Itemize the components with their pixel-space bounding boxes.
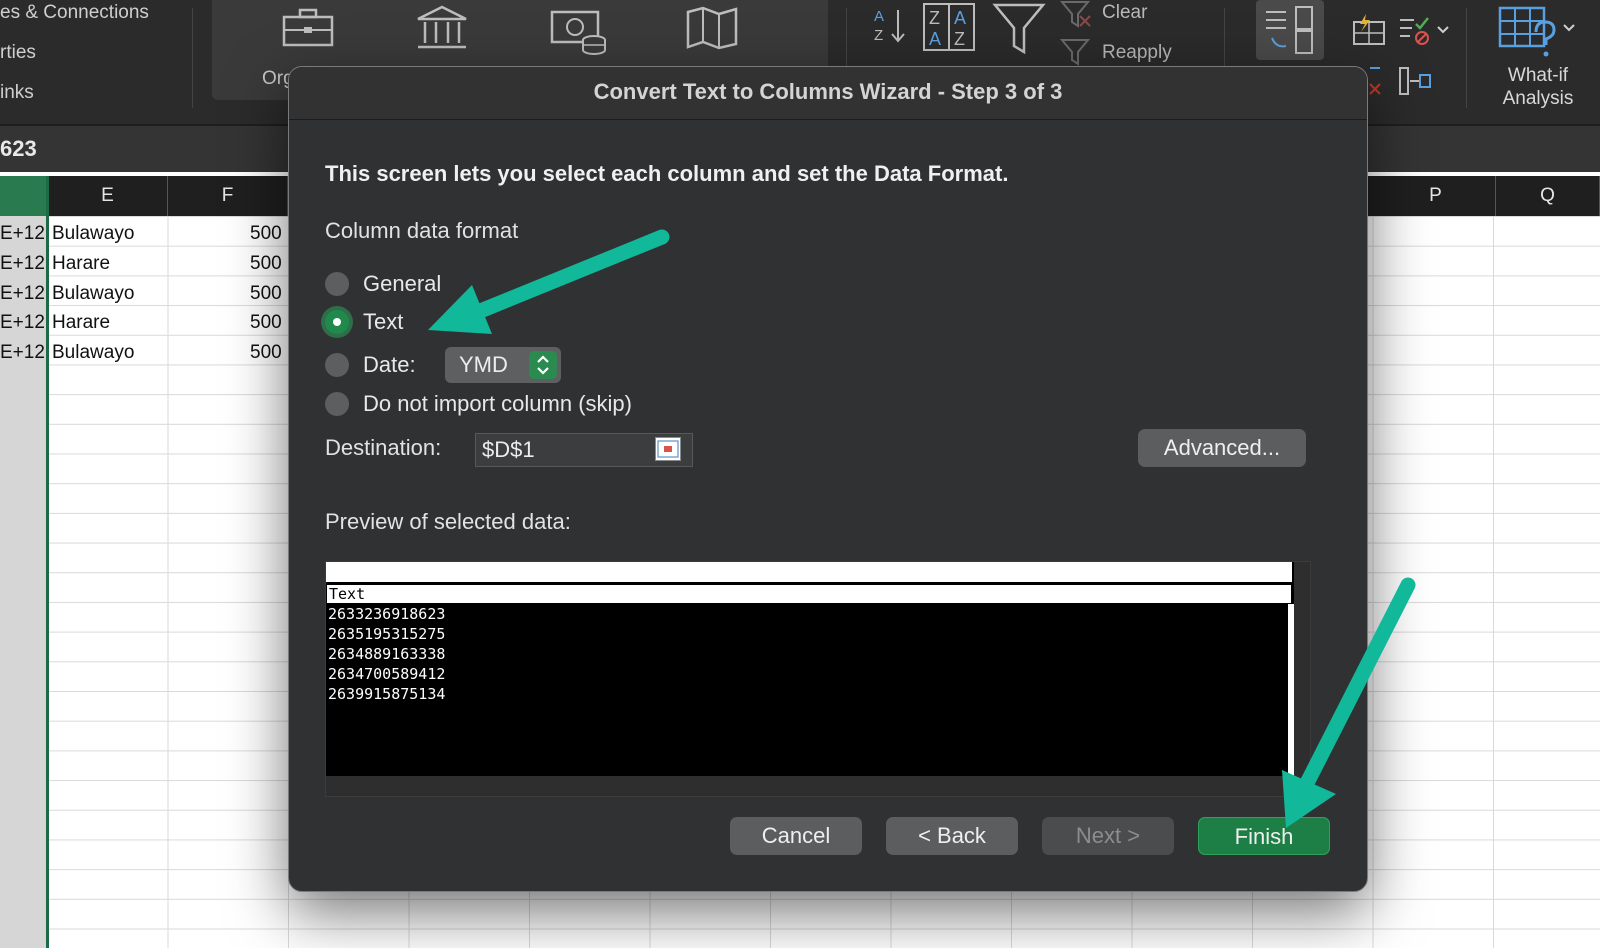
flash-fill-icon[interactable] <box>1352 14 1388 46</box>
bank-icon[interactable] <box>416 5 468 51</box>
preview-label: Preview of selected data: <box>325 509 571 534</box>
back-button[interactable]: < Back <box>886 817 1018 855</box>
ribbon-separator <box>1466 8 1467 108</box>
radio-text-row[interactable]: Text <box>325 307 403 337</box>
cell-f3[interactable]: 500 <box>250 283 282 305</box>
cell-e2[interactable]: Harare <box>52 253 110 275</box>
cell-f5[interactable]: 500 <box>250 342 282 364</box>
cell-f2[interactable]: 500 <box>250 253 282 275</box>
cell-e4[interactable]: Harare <box>52 312 110 334</box>
preview-row: 2639915875134 <box>328 685 446 703</box>
radio-general-label: General <box>363 271 442 296</box>
formula-bar-value: 623 <box>0 136 37 161</box>
preview-row: 2634889163338 <box>328 645 446 663</box>
sort-dialog-icon[interactable]: Z A A Z <box>922 2 976 52</box>
svg-text:Z: Z <box>954 29 965 49</box>
cell-d3[interactable]: E+12 <box>0 283 45 305</box>
radio-skip-label: Do not import column (skip) <box>363 391 632 416</box>
selection-border <box>46 176 49 948</box>
cell-f1[interactable]: 500 <box>250 223 282 245</box>
dialog-intro: This screen lets you select each column … <box>325 161 1009 186</box>
cell-d5[interactable]: E+12 <box>0 342 45 364</box>
cancel-button[interactable]: Cancel <box>730 817 862 855</box>
sort-a-z-icon[interactable]: A Z <box>872 6 908 46</box>
reapply-button[interactable]: Reapply <box>1102 42 1172 64</box>
next-button: Next > <box>1042 817 1174 855</box>
date-format-select[interactable]: YMD <box>445 347 561 383</box>
column-header-f[interactable]: F <box>168 176 288 216</box>
what-if-label-line1: What-if <box>1507 65 1569 86</box>
column-header-e[interactable]: E <box>48 176 168 216</box>
edit-links-button[interactable]: inks <box>0 82 34 104</box>
radio-skip-row[interactable]: Do not import column (skip) <box>325 389 632 419</box>
column-header-q[interactable]: Q <box>1496 176 1600 216</box>
preview-row: 2635195315275 <box>328 625 446 643</box>
date-format-value: YMD <box>459 352 508 377</box>
radio-text-label: Text <box>363 309 404 334</box>
data-preview[interactable]: Text 2633236918623 2635195315275 2634889… <box>325 561 1311 797</box>
radio-general-row[interactable]: General <box>325 269 441 299</box>
svg-text:A: A <box>954 8 966 28</box>
clear-button[interactable]: Clear <box>1102 2 1147 24</box>
preview-column-header[interactable]: Text <box>326 584 1292 604</box>
column-header-d[interactable] <box>0 176 48 216</box>
filter-icon[interactable] <box>992 2 1046 56</box>
range-select-icon <box>657 440 679 458</box>
radio-date[interactable] <box>325 353 349 377</box>
text-to-columns-dialog: Convert Text to Columns Wizard - Step 3 … <box>288 66 1368 892</box>
clear-filter-icon[interactable] <box>1060 0 1094 30</box>
destination-label: Destination: <box>325 435 442 460</box>
preview-row: 2633236918623 <box>328 605 446 623</box>
what-if-analysis-icon[interactable] <box>1498 4 1560 60</box>
svg-text:Z: Z <box>929 8 940 28</box>
column-data-format-label: Column data format <box>325 218 519 243</box>
ribbon-separator <box>192 8 193 108</box>
preview-band <box>326 562 1292 582</box>
radio-skip[interactable] <box>325 392 349 416</box>
what-if-label-line2: Analysis <box>1502 88 1574 109</box>
cell-e1[interactable]: Bulawayo <box>52 223 134 245</box>
preview-horizontal-scrollbar[interactable] <box>326 776 1310 796</box>
consolidate-icon[interactable] <box>1398 66 1432 96</box>
advanced-button[interactable]: Advanced... <box>1138 429 1306 467</box>
preview-vertical-scrollbar[interactable] <box>1294 562 1310 776</box>
preview-row: 2634700589412 <box>328 665 446 683</box>
what-if-analysis-button[interactable]: What-if Analysis <box>1478 64 1598 110</box>
cell-d1[interactable]: E+12 <box>0 223 45 245</box>
svg-text:A: A <box>874 8 884 25</box>
column-header-p[interactable]: P <box>1376 176 1496 216</box>
svg-text:A: A <box>929 29 941 49</box>
radio-date-row[interactable]: Date: <box>325 350 416 380</box>
currency-icon[interactable] <box>550 8 608 56</box>
queries-connections-button[interactable]: es & Connections <box>0 2 149 24</box>
select-stepper <box>529 351 557 379</box>
dialog-title: Convert Text to Columns Wizard - Step 3 … <box>289 67 1367 120</box>
finish-button[interactable]: Finish <box>1198 817 1330 855</box>
reapply-filter-icon[interactable] <box>1060 38 1094 68</box>
svg-text:Z: Z <box>874 27 883 44</box>
radio-general[interactable] <box>325 272 349 296</box>
briefcase-icon[interactable] <box>282 8 334 48</box>
cell-e3[interactable]: Bulawayo <box>52 283 134 305</box>
preview-rows: 2633236918623 2635195315275 263488916333… <box>328 604 445 704</box>
properties-button[interactable]: rties <box>0 42 36 64</box>
text-to-columns-button[interactable] <box>1256 0 1324 60</box>
cell-e5[interactable]: Bulawayo <box>52 342 134 364</box>
chevron-down-icon[interactable] <box>1562 22 1576 34</box>
cell-d2[interactable]: E+12 <box>0 253 45 275</box>
cell-d4[interactable]: E+12 <box>0 312 45 334</box>
range-picker-icon[interactable] <box>655 437 681 461</box>
remove-duplicates-icon[interactable] <box>1366 66 1384 96</box>
radio-date-label: Date: <box>363 352 416 377</box>
data-validation-icon[interactable] <box>1398 14 1432 46</box>
text-to-columns-icon <box>1266 6 1313 54</box>
cell-f4[interactable]: 500 <box>250 312 282 334</box>
map-icon[interactable] <box>686 6 738 50</box>
updown-chevron-icon <box>537 355 549 375</box>
radio-text[interactable] <box>325 310 349 334</box>
chevron-down-icon[interactable] <box>1436 24 1450 36</box>
queries-connections-group: es & Connections rties inks <box>0 0 195 120</box>
